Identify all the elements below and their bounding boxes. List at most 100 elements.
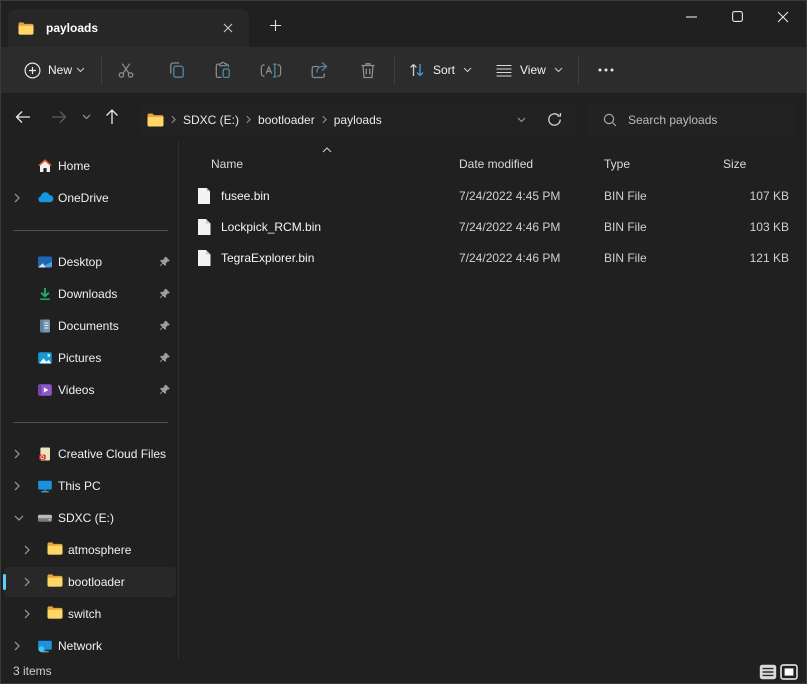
search-placeholder: Search payloads: [628, 113, 717, 127]
share-icon: [309, 61, 330, 80]
rename-button[interactable]: [251, 53, 291, 87]
column-header-date[interactable]: Date modified: [459, 157, 533, 171]
forward-button[interactable]: [51, 110, 67, 124]
new-button-label: New: [48, 63, 72, 77]
paste-button[interactable]: [203, 53, 243, 87]
refresh-button[interactable]: [547, 112, 562, 127]
chevron-right-icon[interactable]: [14, 193, 20, 203]
sidebar-item-switch[interactable]: switch: [4, 599, 176, 629]
desktop-icon: [37, 254, 53, 270]
tab-close-icon[interactable]: [217, 17, 239, 39]
cut-button[interactable]: [106, 53, 146, 87]
sidebar-item-downloads[interactable]: Downloads: [4, 279, 176, 309]
large-icons-view-button[interactable]: [780, 663, 798, 680]
chevron-down-icon: [554, 67, 563, 73]
videos-icon: [37, 382, 53, 398]
view-button-label: View: [520, 63, 546, 77]
minimize-button[interactable]: [668, 1, 714, 32]
sidebar-item-documents[interactable]: Documents: [4, 311, 176, 341]
window-controls: [668, 1, 806, 32]
close-button[interactable]: [760, 1, 806, 32]
pin-icon: [158, 288, 171, 301]
sort-ascending-icon: [322, 147, 332, 153]
chevron-right-icon[interactable]: [14, 481, 20, 491]
more-options-button[interactable]: [590, 53, 622, 87]
navigation-pane: Home OneDrive Desktop Downloads: [1, 141, 179, 659]
breadcrumb-chevron-icon: [171, 115, 176, 124]
file-row-tegraexplorer[interactable]: TegraExplorer.bin 7/24/2022 4:46 PM BIN …: [181, 242, 806, 273]
breadcrumb-chevron-icon: [246, 115, 251, 124]
drive-icon: [37, 510, 53, 526]
downloads-icon: [37, 286, 53, 302]
column-header-type[interactable]: Type: [604, 157, 630, 171]
file-icon: [197, 218, 211, 235]
chevron-right-icon[interactable]: [24, 545, 30, 555]
chevron-right-icon[interactable]: [14, 449, 20, 459]
view-button[interactable]: View: [496, 53, 563, 87]
sidebar-item-pictures[interactable]: Pictures: [4, 343, 176, 373]
sidebar-item-onedrive[interactable]: OneDrive: [4, 183, 176, 213]
sort-button-label: Sort: [433, 63, 455, 77]
file-row-fusee[interactable]: fusee.bin 7/24/2022 4:45 PM BIN File 107…: [181, 180, 806, 211]
up-button[interactable]: [105, 109, 119, 125]
tab-title: payloads: [46, 21, 98, 35]
tab-payloads[interactable]: payloads: [8, 9, 249, 47]
back-button[interactable]: [15, 110, 31, 124]
recent-locations-chevron[interactable]: [82, 114, 91, 120]
chevron-right-icon[interactable]: [24, 609, 30, 619]
sidebar-item-network[interactable]: Network: [4, 631, 176, 661]
toolbar-separator: [101, 55, 102, 85]
sidebar-item-videos[interactable]: Videos: [4, 375, 176, 405]
sort-button[interactable]: Sort: [408, 53, 472, 87]
sidebar-separator: [1, 407, 178, 437]
sidebar-item-atmosphere[interactable]: atmosphere: [4, 535, 176, 565]
network-icon: [37, 638, 53, 654]
details-view-button[interactable]: [759, 663, 777, 680]
sidebar-item-this-pc[interactable]: This PC: [4, 471, 176, 501]
file-row-lockpick[interactable]: Lockpick_RCM.bin 7/24/2022 4:46 PM BIN F…: [181, 211, 806, 242]
trash-icon: [358, 60, 378, 80]
chevron-down-icon[interactable]: [14, 515, 24, 521]
toolbar-separator: [394, 55, 395, 85]
breadcrumb-chevron-icon: [322, 115, 327, 124]
ellipsis-icon: [598, 68, 614, 72]
items-count: 3 items: [13, 664, 52, 678]
delete-button[interactable]: [348, 53, 388, 87]
maximize-button[interactable]: [714, 1, 760, 32]
breadcrumb-segment-payloads[interactable]: payloads: [334, 113, 382, 127]
folder-icon: [18, 22, 34, 35]
breadcrumb-segment-bootloader[interactable]: bootloader: [258, 113, 315, 127]
file-explorer-window: payloads New: [0, 0, 807, 684]
column-header-size[interactable]: Size: [723, 157, 746, 171]
sidebar-item-bootloader[interactable]: bootloader: [4, 567, 176, 597]
folder-icon: [47, 606, 63, 622]
new-tab-button[interactable]: [262, 12, 288, 38]
titlebar: payloads: [1, 1, 806, 47]
navigation-bar: SDXC (E:) bootloader payloads Search pay…: [1, 93, 806, 141]
chevron-right-icon[interactable]: [24, 577, 30, 587]
pin-icon: [158, 256, 171, 269]
column-header-name[interactable]: Name: [211, 157, 243, 171]
copy-button[interactable]: [157, 53, 197, 87]
search-input[interactable]: Search payloads: [587, 103, 795, 136]
pin-icon: [158, 352, 171, 365]
pin-icon: [158, 384, 171, 397]
chevron-right-icon[interactable]: [14, 641, 20, 651]
command-bar: New Sort View: [1, 47, 806, 93]
sidebar-item-desktop[interactable]: Desktop: [4, 247, 176, 277]
sidebar-item-home[interactable]: Home: [4, 151, 176, 181]
new-button[interactable]: New: [14, 53, 95, 87]
share-button[interactable]: [299, 53, 339, 87]
sidebar-item-sdxc[interactable]: SDXC (E:): [4, 503, 176, 533]
breadcrumb-segment-drive[interactable]: SDXC (E:): [183, 113, 239, 127]
onedrive-icon: [37, 190, 53, 206]
file-icon: [197, 187, 211, 204]
search-icon: [603, 113, 617, 127]
plus-circle-icon: [24, 62, 41, 79]
chevron-down-icon: [463, 67, 472, 73]
documents-icon: [37, 318, 53, 334]
address-bar[interactable]: SDXC (E:) bootloader payloads: [140, 103, 575, 136]
sidebar-item-creative-cloud-files[interactable]: Creative Cloud Files: [4, 439, 176, 469]
paste-icon: [213, 60, 233, 80]
address-dropdown-chevron[interactable]: [517, 117, 526, 123]
